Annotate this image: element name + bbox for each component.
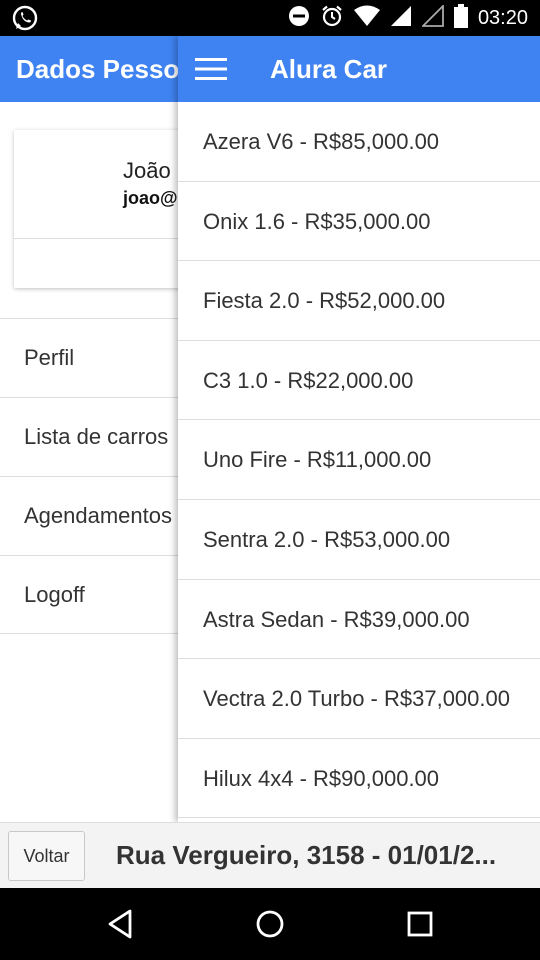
back-button[interactable]: Voltar	[8, 831, 85, 881]
car-list-item[interactable]: Sentra 2.0 - R$53,000.00	[178, 500, 540, 580]
car-list-item[interactable]: Onix 1.6 - R$35,000.00	[178, 182, 540, 262]
user-email: joao@	[123, 188, 178, 208]
profile-toolbar-title: Dados Pesso	[0, 36, 180, 102]
status-bar: 03:20	[0, 0, 540, 36]
system-nav-bar	[0, 888, 540, 960]
car-list-item[interactable]: Hilux 4x4 - R$90,000.00	[178, 739, 540, 819]
do-not-disturb-icon	[288, 5, 310, 32]
signal-icon	[390, 5, 412, 32]
car-list-panel: Alura Car Azera V6 - R$85,000.00 Onix 1.…	[178, 36, 540, 822]
car-list-item[interactable]: Azera V6 - R$85,000.00	[178, 102, 540, 182]
menu-item-logoff[interactable]: Logoff	[0, 555, 180, 634]
recents-nav-icon[interactable]	[402, 906, 438, 942]
hamburger-menu-icon[interactable]	[180, 36, 242, 102]
car-list-item[interactable]: Vectra 2.0 Turbo - R$37,000.00	[178, 659, 540, 739]
car-list-item[interactable]: Uno Fire - R$11,000.00	[178, 420, 540, 500]
clock-time: 03:20	[477, 6, 528, 29]
menu-item-lista-de-carros[interactable]: Lista de carros	[0, 397, 180, 476]
user-card: João joao@	[14, 130, 204, 288]
user-name: João	[123, 158, 171, 183]
appointment-address: Rua Vergueiro, 3158 - 01/01/2...	[116, 840, 497, 870]
back-nav-icon[interactable]	[102, 906, 138, 942]
no-signal-icon	[420, 3, 444, 32]
bottom-bar: Voltar Rua Vergueiro, 3158 - 01/01/2...	[0, 822, 540, 888]
menu-item-perfil[interactable]: Perfil	[0, 318, 180, 397]
car-list-item[interactable]: Fiesta 2.0 - R$52,000.00	[178, 261, 540, 341]
car-list-item[interactable]: Astra Sedan - R$39,000.00	[178, 580, 540, 660]
whatsapp-icon	[12, 5, 38, 36]
wifi-icon	[353, 5, 380, 32]
menu-item-agendamentos[interactable]: Agendamentos	[0, 476, 180, 555]
card-divider	[14, 238, 204, 239]
drawer-menu: Perfil Lista de carros Agendamentos Logo…	[0, 318, 180, 634]
home-nav-icon[interactable]	[252, 906, 288, 942]
car-list-item[interactable]: C3 1.0 - R$22,000.00	[178, 341, 540, 421]
battery-icon	[453, 3, 468, 33]
app-toolbar: Alura Car	[178, 36, 540, 102]
app-title: Alura Car	[270, 53, 388, 84]
alarm-icon	[320, 4, 344, 33]
car-list: Azera V6 - R$85,000.00 Onix 1.6 - R$35,0…	[178, 102, 540, 819]
